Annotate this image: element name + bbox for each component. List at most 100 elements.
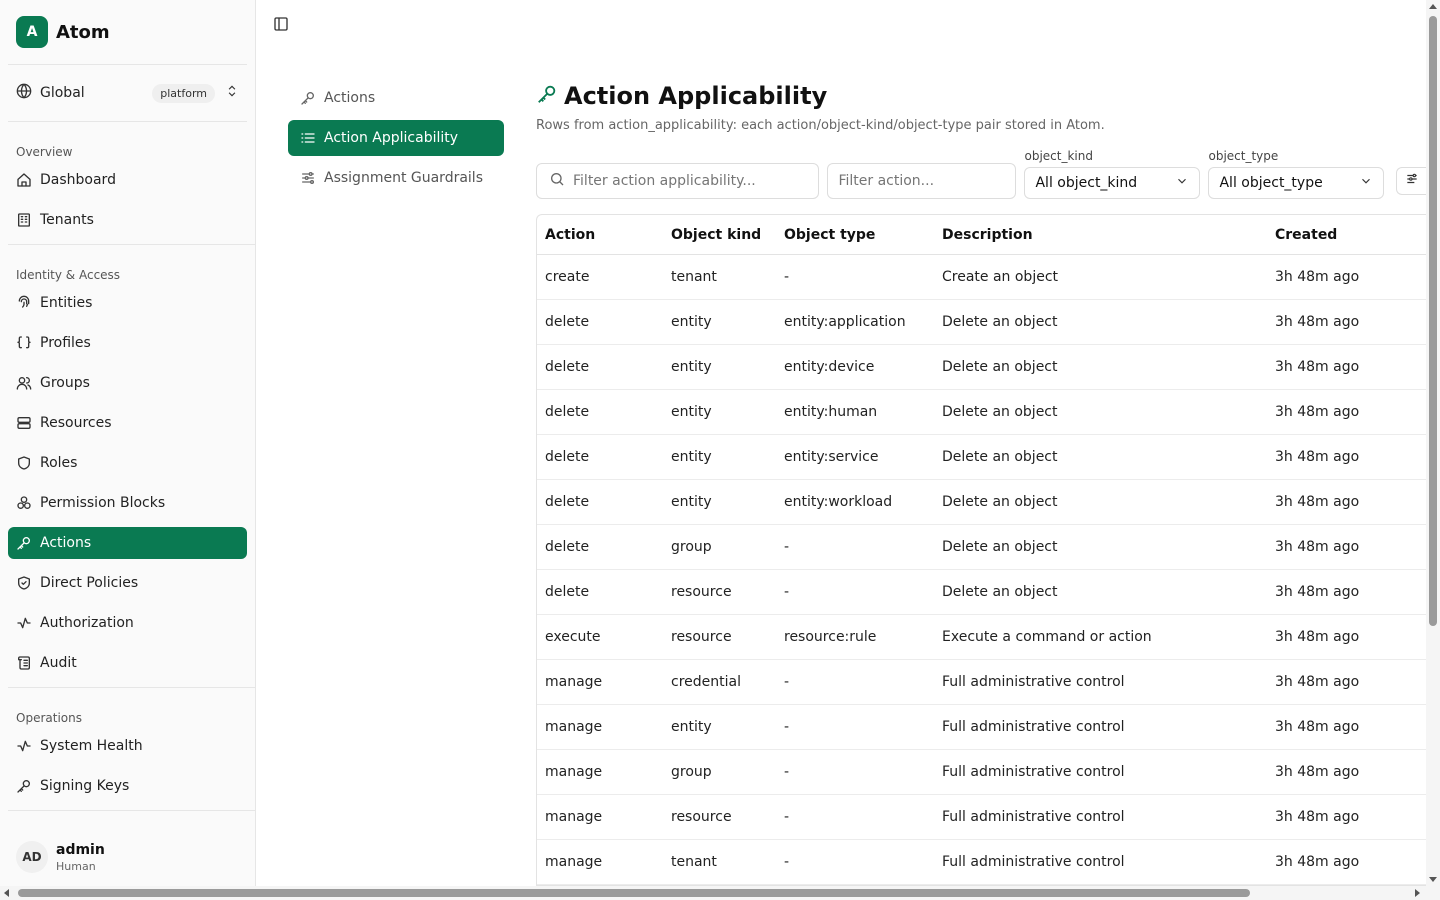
table-cell: resource:rule: [784, 629, 877, 645]
table-cell: entity:device: [784, 359, 875, 375]
filter-bar: object_kind All object_kind object_type …: [536, 149, 1426, 199]
table-cell: -: [784, 584, 790, 600]
scroll-right-arrow-icon[interactable]: [1415, 889, 1420, 897]
table-row[interactable]: delete resource - Delete an object 3h 48m ag…: [537, 570, 1426, 615]
sidebar-item-direct-policies[interactable]: Direct Policies: [8, 567, 247, 599]
sidebar-item-groups[interactable]: Groups: [8, 367, 247, 399]
sidebar-item-label: System Health: [40, 738, 143, 754]
table-row[interactable]: manage entity - Full administrative control…: [537, 705, 1426, 750]
user-menu[interactable]: AD admin Human: [0, 828, 255, 886]
table-cell: -: [784, 764, 790, 780]
sidebar-item-resources[interactable]: Resources: [8, 407, 247, 439]
table-row[interactable]: delete entity entity:workload Delete an obj…: [537, 480, 1426, 525]
table-row[interactable]: manage tenant - Full administrative control…: [537, 840, 1426, 885]
table-row[interactable]: delete entity entity:application Delete an …: [537, 300, 1426, 345]
sidebar-item-label: Signing Keys: [40, 778, 130, 794]
table-cell: entity:service: [784, 449, 879, 465]
sidebar-item-entities[interactable]: Entities: [8, 287, 247, 319]
scope-switcher[interactable]: Global platform: [0, 65, 255, 121]
sidebar-item-label: Actions: [40, 535, 92, 551]
sidebar-item-actions[interactable]: Actions: [8, 527, 247, 559]
column-header[interactable]: Object kind: [671, 227, 784, 243]
column-header[interactable]: Action: [537, 227, 671, 243]
key-icon: [536, 83, 558, 109]
sidebar-item-system-health[interactable]: System Health: [8, 730, 247, 762]
pulse-icon: [16, 738, 32, 754]
action-filter[interactable]: [827, 163, 1017, 199]
table-cell: -: [784, 854, 790, 870]
subnav-item-assignment-guardrails[interactable]: Assignment Guardrails: [288, 160, 504, 196]
panel-toggle-button[interactable]: [273, 16, 291, 32]
horizontal-scroll-thumb[interactable]: [18, 889, 1250, 897]
search-field[interactable]: [536, 163, 820, 199]
object-type-select[interactable]: All object_type: [1208, 167, 1385, 199]
nav-group-title: Overview: [16, 145, 73, 159]
table-row[interactable]: delete group - Delete an object 3h 48m ago: [537, 525, 1426, 570]
sliders-icon: [300, 170, 316, 186]
table-cell: entity: [671, 449, 712, 465]
sidebar-item-signing-keys[interactable]: Signing Keys: [8, 770, 247, 802]
table-cell: entity: [671, 404, 712, 420]
table-cell: delete: [545, 359, 590, 375]
vertical-scrollbar[interactable]: [1426, 0, 1440, 886]
scroll-left-arrow-icon[interactable]: [4, 889, 9, 897]
search-input[interactable]: [573, 173, 813, 189]
sidebar-item-authorization[interactable]: Authorization: [8, 607, 247, 639]
table-row[interactable]: manage group - Full administrative control 3…: [537, 750, 1426, 795]
object-kind-select[interactable]: All object_kind: [1024, 167, 1201, 199]
table-cell: Delete an object: [942, 584, 1058, 600]
table-row[interactable]: execute resource resource:rule Execute a co…: [537, 615, 1426, 660]
sidebar-item-label: Direct Policies: [40, 575, 139, 591]
object-kind-label: object_kind: [1024, 149, 1093, 163]
sub-nav: Actions Action Applicability Assignment Gu…: [288, 80, 504, 200]
table-cell: 3h 48m ago: [1275, 719, 1360, 735]
table-row[interactable]: create tenant - Create an object 3h 48m ago: [537, 255, 1426, 300]
table-row[interactable]: delete entity entity:human Delete an object…: [537, 390, 1426, 435]
column-header[interactable]: Object type: [784, 227, 942, 243]
table-cell: Delete an object: [942, 539, 1058, 555]
sidebar-item-roles[interactable]: Roles: [8, 447, 247, 479]
nav-group-title: Operations: [16, 711, 82, 725]
scope-label: Global: [40, 85, 85, 101]
table-cell: delete: [545, 314, 590, 330]
table-cell: tenant: [671, 269, 717, 285]
table-row[interactable]: delete entity entity:device Delete an objec…: [537, 345, 1426, 390]
horizontal-scrollbar[interactable]: [0, 886, 1440, 900]
table-cell: entity:application: [784, 314, 906, 330]
sidebar: A Atom Global platform Overview Dashboard…: [0, 0, 256, 886]
subnav-item-action-applicability[interactable]: Action Applicability: [288, 120, 504, 156]
scroll-down-arrow-icon[interactable]: [1429, 877, 1437, 882]
columns-button[interactable]: [1396, 167, 1426, 195]
table-cell: delete: [545, 539, 590, 555]
table-cell: Delete an object: [942, 359, 1058, 375]
table-row[interactable]: delete entity entity:service Delete an obje…: [537, 435, 1426, 480]
sidebar-item-label: Tenants: [40, 212, 94, 228]
activity-icon: [16, 615, 32, 631]
sidebar-item-tenants[interactable]: Tenants: [8, 204, 247, 236]
table-cell: manage: [545, 719, 603, 735]
action-filter-input[interactable]: [838, 173, 1009, 189]
vertical-scroll-thumb[interactable]: [1429, 16, 1437, 626]
home-icon: [16, 172, 32, 188]
sidebar-item-permission-blocks[interactable]: Permission Blocks: [8, 487, 247, 519]
search-icon: [549, 171, 565, 191]
column-header[interactable]: Created: [1275, 227, 1425, 243]
table-cell: entity: [671, 314, 712, 330]
sidebar-item-audit[interactable]: Audit: [8, 647, 247, 679]
column-header[interactable]: Description: [942, 227, 1275, 243]
scroll-up-arrow-icon[interactable]: [1429, 4, 1437, 9]
table-cell: 3h 48m ago: [1275, 494, 1360, 510]
subnav-item-label: Actions: [324, 90, 376, 106]
subnav-item-actions[interactable]: Actions: [288, 80, 504, 116]
sidebar-item-profiles[interactable]: Profiles: [8, 327, 247, 359]
table-cell: tenant: [671, 854, 717, 870]
table-cell: manage: [545, 764, 603, 780]
brand[interactable]: A Atom: [0, 0, 255, 64]
object-type-label: object_type: [1208, 149, 1279, 163]
table-cell: -: [784, 719, 790, 735]
table-cell: delete: [545, 584, 590, 600]
table-row[interactable]: manage credential - Full administrative con…: [537, 660, 1426, 705]
sidebar-item-dashboard[interactable]: Dashboard: [8, 164, 247, 196]
table-row[interactable]: manage resource - Full administrative contr…: [537, 795, 1426, 840]
sidebar-item-label: Resources: [40, 415, 112, 431]
